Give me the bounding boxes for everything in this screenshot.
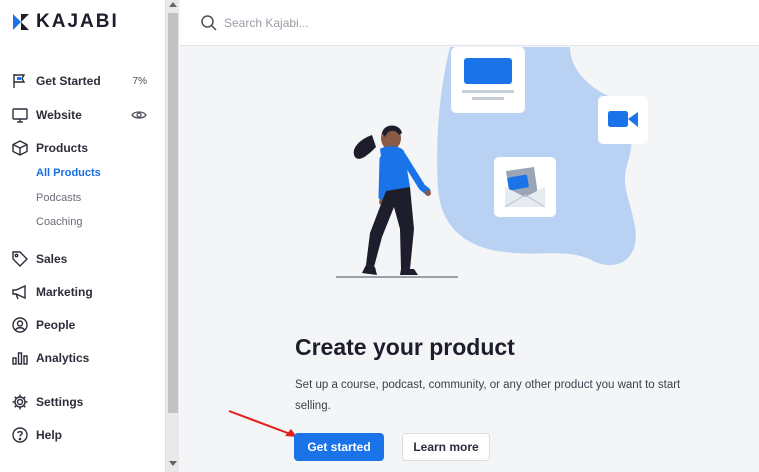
sidebar-item-help[interactable]: Help <box>0 423 165 447</box>
sidebar-item-label: Help <box>36 428 63 442</box>
top-bar <box>180 0 759 46</box>
sidebar-item-label: Products <box>36 141 89 155</box>
red-annotation-arrow <box>228 410 297 437</box>
bar-chart-icon <box>12 352 28 365</box>
brand-name: KAJABI <box>36 11 119 32</box>
scroll-down-arrow-icon[interactable] <box>169 461 177 466</box>
person-circle-icon <box>12 317 28 333</box>
sidebar-subitem-all-products[interactable]: All Products <box>36 167 101 179</box>
box-icon <box>12 140 28 156</box>
sidebar-item-sales[interactable]: Sales <box>0 247 165 271</box>
question-circle-icon <box>12 427 28 443</box>
sidebar-subitem-coaching[interactable]: Coaching <box>36 216 82 228</box>
monitor-icon <box>12 108 28 123</box>
sidebar-item-analytics[interactable]: Analytics <box>0 346 165 370</box>
product-illustration <box>336 47 648 278</box>
learn-more-button[interactable]: Learn more <box>402 433 490 461</box>
sidebar-item-label: Sales <box>36 252 68 266</box>
sidebar-item-label: Analytics <box>36 351 90 365</box>
sidebar-item-settings[interactable]: Settings <box>0 390 165 414</box>
flag-icon <box>13 74 26 88</box>
gear-icon <box>12 394 28 410</box>
search-icon <box>201 15 217 31</box>
scroll-up-arrow-icon[interactable] <box>169 2 177 7</box>
tag-icon <box>12 251 28 267</box>
description-text: Set up a course, podcast, community, or … <box>295 379 681 412</box>
sidebar-item-label: Get Started <box>36 74 101 88</box>
kajabi-logo[interactable]: KAJABI <box>12 11 119 32</box>
sidebar-item-label: Website <box>36 108 82 122</box>
main-content: Create your product Set up a course, pod… <box>180 47 759 472</box>
progress-badge: 7% <box>132 75 147 87</box>
scroll-thumb[interactable] <box>168 13 178 413</box>
eye-icon[interactable] <box>131 107 147 123</box>
kajabi-logo-icon <box>13 14 29 30</box>
sidebar: KAJABI Get Started 7% Website Products A… <box>0 0 165 472</box>
megaphone-icon <box>12 284 26 300</box>
sidebar-item-people[interactable]: People <box>0 313 165 337</box>
sidebar-item-products[interactable]: Products <box>0 136 165 160</box>
sidebar-item-get-started[interactable]: Get Started 7% <box>0 69 165 93</box>
sidebar-item-label: People <box>36 318 76 332</box>
sidebar-scrollbar[interactable] <box>165 0 179 472</box>
sidebar-item-label: Settings <box>36 395 84 409</box>
search-input[interactable] <box>224 10 624 36</box>
sidebar-subitem-podcasts[interactable]: Podcasts <box>36 192 81 204</box>
page-title: Create your product <box>295 334 515 360</box>
sidebar-item-marketing[interactable]: Marketing <box>0 280 165 304</box>
get-started-button[interactable]: Get started <box>294 433 384 461</box>
sidebar-item-label: Marketing <box>36 285 93 299</box>
sidebar-item-website[interactable]: Website <box>0 103 165 127</box>
